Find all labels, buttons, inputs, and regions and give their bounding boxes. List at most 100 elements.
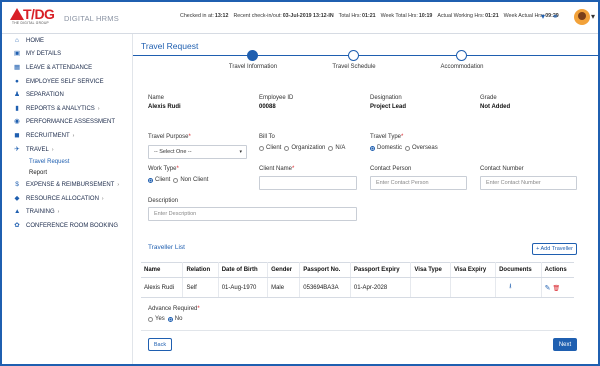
grade-value: Not Added (480, 104, 511, 110)
sidebar-item-label: PERFORMANCE ASSESSMENT (26, 119, 116, 126)
delete-icon[interactable]: 🗑 (553, 286, 561, 292)
sidebar-item-separation[interactable]: ♟ SEPARATION (2, 88, 132, 102)
bill-to-na-radio[interactable] (328, 145, 334, 151)
calendar-icon: ▦ (14, 63, 21, 71)
sidebar-item-label: CONFERENCE ROOM BOOKING (26, 222, 119, 229)
traveller-list-title: Traveller List (148, 244, 185, 251)
upload-icon[interactable]: ⭳ (509, 283, 511, 290)
stat-actual-working-hrs: Actual Working Hrs:01:21 (437, 13, 498, 19)
sidebar-item-recruitment[interactable]: ◼ RECRUITMENT › (2, 129, 132, 143)
conference-icon: ✿ (14, 221, 20, 229)
work-type-nonclient-radio[interactable] (173, 177, 179, 183)
briefcase-icon: ◼ (14, 131, 20, 139)
back-button[interactable]: Back (148, 338, 172, 351)
stat-checked-in-at: Checked in at:13:12 (180, 13, 228, 19)
sidebar-item-label: EMPLOYEE SELF SERVICE (26, 78, 104, 85)
advance-yes-radio[interactable] (148, 316, 153, 322)
edit-icon[interactable]: ✎ (545, 285, 551, 292)
chart-icon: ▮ (15, 104, 19, 112)
sidebar-item-home[interactable]: ⌂ HOME (2, 34, 132, 48)
sidebar-item-reports-analytics[interactable]: ▮ REPORTS & ANALYTICS › (2, 102, 132, 116)
stat-value: 10:19 (418, 13, 433, 19)
sidebar-item-label: RECRUITMENT (26, 132, 70, 139)
advance-no-radio[interactable] (167, 316, 173, 322)
step-dot-travel-information[interactable] (247, 50, 258, 61)
chevron-down-icon: ▾ (239, 149, 242, 155)
contact-person-label: Contact Person (370, 166, 412, 172)
column-header-actions: Actions (541, 262, 574, 278)
step-dot-travel-schedule[interactable] (348, 50, 359, 61)
work-type-radio-group: Client Non Client (145, 177, 208, 183)
sidebar-item-performance-assessment[interactable]: ◉ PERFORMANCE ASSESSMENT (2, 116, 132, 130)
stepper: Travel Information Travel Schedule Accom… (133, 48, 598, 74)
sidebar-item-travel[interactable]: ✈ TRAVEL › (2, 143, 132, 157)
cell-visa-expiry (450, 277, 497, 298)
column-header-date-of-birth: Date of Birth (218, 262, 269, 278)
app-name: DIGITAL HRMS (64, 14, 119, 23)
main-content: Travel Request Travel Information Travel… (133, 34, 598, 364)
chevron-right-icon: › (97, 105, 100, 112)
cell-relation: Self (182, 277, 219, 298)
cell-name: Alexis Rudi (141, 277, 184, 298)
sidebar-item-training[interactable]: ▲ TRAINING › (2, 206, 132, 220)
chevron-right-icon: › (57, 209, 60, 216)
column-header-passport-expiry: Passport Expiry (350, 262, 412, 278)
bill-to-client-radio[interactable] (259, 145, 264, 151)
sidebar-item-label: TRAVEL (26, 146, 49, 153)
add-traveller-button[interactable]: + Add Traveller (532, 243, 577, 255)
avatar[interactable] (574, 9, 590, 25)
description-input[interactable]: Enter Description (148, 207, 357, 221)
sidebar-item-employee-self-service[interactable]: ● EMPLOYEE SELF SERVICE (2, 75, 132, 89)
step-label-travel-schedule: Travel Schedule (332, 64, 376, 70)
cell-passport-expiry: 01-Apr-2028 (350, 277, 412, 298)
travel-type-overseas-radio[interactable] (405, 145, 411, 151)
cell-date-of-birth: 01-Aug-1970 (218, 277, 269, 298)
sidebar-subitem-travel-request[interactable]: Travel Request (2, 156, 132, 167)
travel-purpose-select[interactable]: -- Select One -- ▾ (148, 145, 247, 159)
stat-value: 03-Jul-2019 13:12-IN (282, 13, 334, 19)
next-button[interactable]: Next (553, 338, 577, 351)
sidebar-item-my-details[interactable]: ▣ MY DETAILS (2, 48, 132, 62)
client-name-input[interactable] (259, 176, 357, 190)
client-name-label: Client Name* (259, 166, 295, 172)
resource-icon: ◆ (14, 194, 20, 202)
sidebar-item-leave-attendance[interactable]: ▦ LEAVE & ATTENDANCE (2, 61, 132, 75)
company-logo[interactable]: T/DG THE DIGITAL GROUP (10, 6, 62, 28)
sidebar-subitem-report[interactable]: Report (2, 167, 132, 178)
stat-label: Recent check-in/out: (233, 13, 282, 19)
exit-person-icon: ♟ (14, 91, 20, 99)
contact-person-input[interactable]: Enter Contact Person (370, 176, 467, 190)
travel-type-domestic-radio[interactable] (370, 145, 375, 151)
contact-number-input[interactable]: Enter Contact Number (480, 176, 577, 190)
bill-to-radio-group: Client Organization N/A (256, 145, 345, 151)
sidebar-item-label: EXPENSE & REIMBURSEMENT (26, 182, 115, 189)
sidebar-item-expense-reimbursement[interactable]: $ EXPENSE & REIMBURSEMENT › (2, 178, 132, 192)
home-icon: ⌂ (15, 36, 19, 44)
cell-visa-type (410, 277, 451, 298)
work-type-client-radio[interactable] (148, 177, 153, 183)
advance-required-label: Advance Required* (148, 306, 200, 312)
column-header-documents: Documents (495, 262, 542, 278)
plane-icon: ✈ (14, 145, 20, 153)
name-value: Alexis Rudi (148, 104, 181, 110)
step-dot-accommodation[interactable] (456, 50, 467, 61)
bill-to-organization-radio[interactable] (284, 145, 290, 151)
top-bar: T/DG THE DIGITAL GROUP DIGITAL HRMS Chec… (2, 2, 598, 34)
travel-purpose-label: Travel Purpose* (148, 134, 191, 140)
grade-label: Grade (480, 95, 497, 101)
user-menu-chevron-icon[interactable]: ▾ (591, 12, 595, 21)
column-header-relation: Relation (182, 262, 219, 278)
stat-week-actual-hrs: Week Actual Hrs:09:29 (504, 13, 559, 19)
sidebar-item-conference-room-booking[interactable]: ✿ CONFERENCE ROOM BOOKING (2, 219, 132, 233)
employee-id-label: Employee ID (259, 95, 294, 101)
link-icon[interactable]: ⚭ (552, 12, 559, 21)
travel-purpose-value: -- Select One -- (154, 149, 192, 155)
dropdown-caret-icon[interactable]: ▾ (541, 12, 545, 21)
sidebar-item-resource-allocation[interactable]: ◆ RESOURCE ALLOCATION › (2, 192, 132, 206)
bill-to-na-label: N/A (335, 145, 346, 151)
stat-value: 01:21 (485, 13, 499, 19)
advance-radio-group: Yes No (145, 316, 182, 322)
column-header-visa-expiry: Visa Expiry (450, 262, 497, 278)
stat-label: Week Actual Hrs: (503, 13, 545, 19)
travel-type-overseas-label: Overseas (412, 145, 438, 151)
